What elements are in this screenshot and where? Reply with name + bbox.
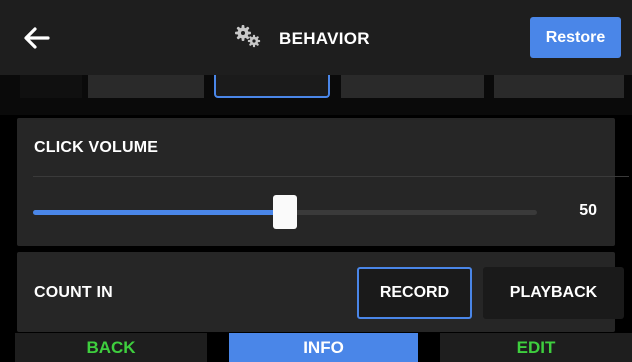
restore-button[interactable]: Restore — [530, 17, 621, 58]
segment-item-selected[interactable] — [214, 75, 330, 98]
click-volume-value: 50 — [579, 202, 597, 219]
bottom-tab-bar: BACK INFO EDIT — [0, 333, 632, 362]
count-in-playback-button[interactable]: PLAYBACK — [483, 267, 624, 319]
tab-info[interactable]: INFO — [229, 333, 418, 362]
count-in-card: COUNT IN RECORD PLAYBACK — [17, 252, 624, 332]
segment-item[interactable] — [88, 75, 204, 98]
slider-fill — [33, 210, 285, 215]
count-in-label: COUNT IN — [34, 284, 113, 301]
gears-icon — [233, 24, 263, 55]
divider — [33, 176, 629, 177]
back-arrow-icon[interactable] — [22, 24, 52, 52]
segment-item[interactable] — [341, 75, 484, 98]
header-bar: BEHAVIOR Restore — [0, 0, 632, 75]
segment-strip — [0, 75, 632, 115]
count-in-record-button[interactable]: RECORD — [357, 267, 472, 319]
page-title: BEHAVIOR — [279, 29, 370, 48]
tab-edit[interactable]: EDIT — [440, 333, 632, 362]
click-volume-label: CLICK VOLUME — [34, 139, 159, 156]
slider-thumb[interactable] — [273, 195, 297, 229]
tab-back[interactable]: BACK — [15, 333, 207, 362]
segment-item[interactable] — [494, 75, 624, 98]
click-volume-card: CLICK VOLUME 50 — [17, 118, 629, 246]
segment-item[interactable] — [20, 75, 82, 98]
title-group: BEHAVIOR — [233, 24, 370, 55]
click-volume-slider[interactable] — [33, 195, 537, 229]
